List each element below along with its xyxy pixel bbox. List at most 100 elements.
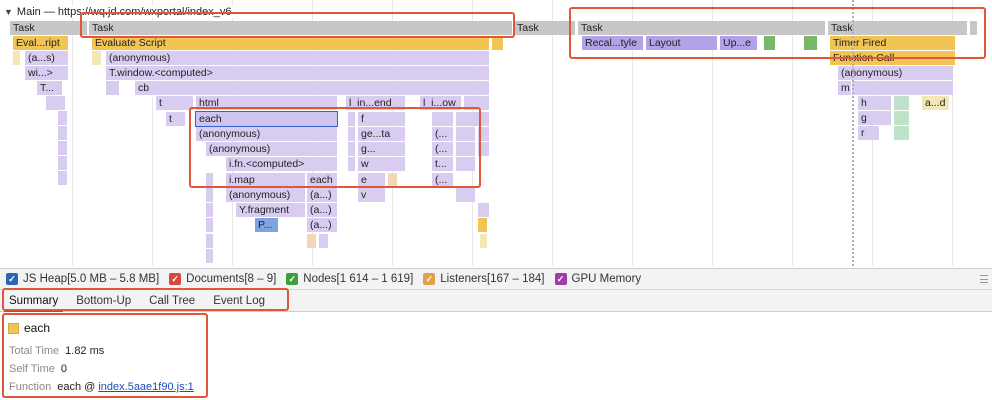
flame-block[interactable] [894, 126, 910, 140]
flame-block-g[interactable]: g... [358, 142, 406, 156]
flame-block-g[interactable]: g [858, 111, 892, 125]
counter-nodes[interactable]: ✓ Nodes[1 614 – 1 619] [286, 273, 413, 285]
flame-block-task[interactable] [970, 21, 978, 35]
flame-block[interactable] [307, 234, 317, 248]
flame-block-paint[interactable] [804, 36, 818, 50]
flame-block-a-d[interactable]: a...d [922, 96, 950, 110]
flame-block-anonymous[interactable]: (anonymous) [106, 51, 490, 65]
flame-block-v[interactable]: v [358, 188, 386, 202]
flame-block-paren[interactable]: (... [432, 142, 454, 156]
flame-block-ge-ta[interactable]: ge...ta [358, 127, 406, 141]
flame-block[interactable] [348, 127, 356, 141]
flame-block-eval-script[interactable]: Eval...ript [13, 36, 69, 50]
collapse-triangle-icon[interactable]: ▼ [4, 7, 13, 17]
flame-block[interactable] [106, 81, 120, 95]
flame-block[interactable] [388, 173, 398, 187]
flame-block-anonymous[interactable]: (anonymous) [196, 127, 338, 141]
flame-block-task[interactable]: Task [578, 21, 826, 35]
flame-block[interactable] [58, 111, 68, 125]
flame-block[interactable] [894, 96, 910, 110]
flame-block[interactable] [492, 36, 504, 50]
flame-block-paren[interactable]: (... [432, 127, 454, 141]
flame-block-f[interactable]: f [358, 112, 406, 126]
flame-block[interactable] [58, 141, 68, 155]
flame-block-r[interactable]: r [858, 126, 880, 140]
flame-block-each-selected[interactable]: each [195, 111, 338, 127]
checkbox-checked-icon[interactable]: ✓ [6, 273, 18, 285]
flame-block-t[interactable]: t [166, 112, 186, 126]
source-link[interactable]: index.5aae1f90.js:1 [98, 381, 193, 393]
tab-event-log[interactable]: Event Log [208, 290, 270, 312]
tab-summary[interactable]: Summary [4, 290, 64, 312]
flame-block[interactable] [852, 81, 954, 95]
flame-block[interactable] [456, 142, 476, 156]
flame-block[interactable] [92, 51, 102, 65]
flame-block[interactable] [478, 142, 490, 156]
tab-call-tree[interactable]: Call Tree [144, 290, 200, 312]
flame-block[interactable] [206, 173, 214, 187]
flame-block[interactable] [58, 171, 68, 185]
flame-block-e[interactable]: e [358, 173, 386, 187]
flame-block-anonymous[interactable]: (a...) [307, 218, 338, 232]
flame-block-anonymous[interactable]: (anonymous) [226, 188, 306, 202]
counter-documents[interactable]: ✓ Documents[8 – 9] [169, 273, 276, 285]
counter-listeners[interactable]: ✓ Listeners[167 – 184] [423, 273, 545, 285]
flame-block[interactable] [206, 203, 214, 217]
flame-block[interactable] [456, 112, 490, 126]
flame-block[interactable] [456, 157, 476, 171]
counter-js-heap[interactable]: ✓ JS Heap[5.0 MB – 5.8 MB] [6, 273, 159, 285]
flame-block-w[interactable]: w [358, 157, 406, 171]
flame-block-l-i-ow[interactable]: l_i...ow [420, 96, 462, 110]
flame-block[interactable] [206, 249, 214, 263]
flame-block-t[interactable]: T... [37, 81, 63, 95]
flame-block[interactable] [478, 127, 490, 141]
checkbox-checked-icon[interactable]: ✓ [554, 273, 567, 285]
flame-block-m[interactable]: m [838, 81, 852, 95]
flame-block-html[interactable]: html [196, 96, 338, 110]
flame-block[interactable] [348, 142, 356, 156]
flame-block[interactable] [58, 126, 68, 140]
flame-block[interactable] [206, 218, 214, 232]
flame-block-function-call[interactable]: Function Call [830, 51, 956, 65]
flame-block[interactable] [348, 157, 356, 171]
flame-chart[interactable]: ▼ Main — https://wq.jd.com/wxportal/index… [0, 0, 992, 266]
flame-block-recalc-style[interactable]: Recal...tyle [582, 36, 644, 50]
resize-handle-icon[interactable] [980, 275, 988, 283]
flame-block-t[interactable]: t [156, 96, 194, 110]
flame-block[interactable] [894, 111, 910, 125]
flame-block[interactable] [480, 234, 488, 248]
flame-block-task[interactable]: Task [828, 21, 968, 35]
flame-block[interactable] [206, 188, 214, 202]
flame-block[interactable] [456, 188, 476, 202]
checkbox-checked-icon[interactable]: ✓ [423, 273, 436, 285]
flame-block[interactable] [348, 112, 356, 126]
counter-gpu-memory[interactable]: ✓ GPU Memory [554, 273, 641, 285]
flame-block-task[interactable]: Task [10, 21, 88, 35]
checkbox-checked-icon[interactable]: ✓ [169, 273, 182, 285]
flame-block-h[interactable]: h [858, 96, 892, 110]
flame-block[interactable] [478, 203, 490, 217]
flame-block[interactable] [319, 234, 329, 248]
flame-block[interactable] [464, 96, 490, 110]
flame-block-anonymous[interactable]: (anonymous) [838, 66, 954, 80]
checkbox-checked-icon[interactable]: ✓ [286, 273, 299, 285]
flame-block-y-fragment[interactable]: Y.fragment [236, 203, 306, 217]
flame-block-window-computed[interactable]: T.window.<computed> [106, 66, 490, 80]
flame-block-anonymous[interactable]: (anonymous) [206, 142, 338, 156]
flame-block[interactable] [432, 112, 454, 126]
flame-block-each[interactable]: each [307, 173, 338, 187]
flame-block-ifn-computed[interactable]: i.fn.<computed> [226, 157, 338, 171]
flame-block-timer-fired[interactable]: Timer Fired [830, 36, 956, 50]
flame-block[interactable] [456, 127, 476, 141]
flame-block-evaluate-script[interactable]: Evaluate Script [92, 36, 490, 50]
flame-block-l-in-end[interactable]: l_in...end [346, 96, 406, 110]
flame-block[interactable] [478, 218, 488, 232]
flame-block-imap[interactable]: i.map [226, 173, 306, 187]
flame-block-anonymous[interactable]: (a...) [307, 188, 338, 202]
tab-bottom-up[interactable]: Bottom-Up [71, 290, 136, 312]
flame-block-task[interactable]: Task [89, 21, 513, 35]
flame-block-paren[interactable]: (... [432, 173, 454, 187]
flame-block-update[interactable]: Up...e [720, 36, 758, 50]
flame-block[interactable] [58, 156, 68, 170]
flame-block-layout[interactable]: Layout [646, 36, 718, 50]
